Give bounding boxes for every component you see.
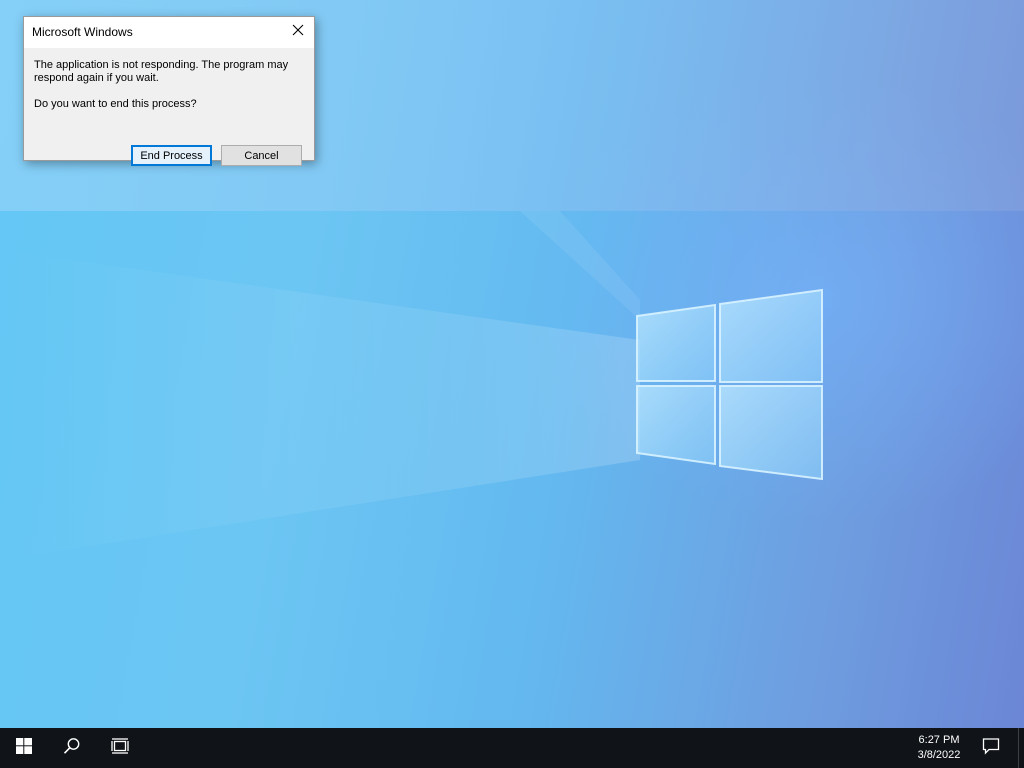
show-desktop-button[interactable] [1018,728,1024,768]
clock-time: 6:27 PM [918,734,960,746]
start-button[interactable] [0,728,48,768]
close-icon [292,23,304,41]
dialog-message: The application is not responding. The p… [34,59,289,84]
taskbar-clock[interactable]: 6:27 PM 3/8/2022 [905,728,973,768]
search-button[interactable] [48,728,96,768]
clock-date: 3/8/2022 [917,749,961,761]
search-icon [63,737,81,760]
action-center-button[interactable] [967,728,1015,768]
close-button[interactable] [284,19,312,45]
windows-start-icon [16,737,32,759]
action-center-icon [982,737,1000,760]
task-view-icon [111,737,129,759]
dialog-title: Microsoft Windows [32,25,133,39]
task-view-button[interactable] [96,728,144,768]
end-process-button[interactable]: End Process [131,145,212,166]
cancel-button[interactable]: Cancel [221,145,302,166]
dialog-question: Do you want to end this process? [34,98,197,110]
taskbar: 6:27 PM 3/8/2022 [0,728,1024,768]
dialog-titlebar[interactable]: Microsoft Windows [24,17,314,48]
not-responding-dialog: Microsoft Windows The application is not… [23,16,315,166]
dialog-body: The application is not responding. The p… [24,48,314,166]
